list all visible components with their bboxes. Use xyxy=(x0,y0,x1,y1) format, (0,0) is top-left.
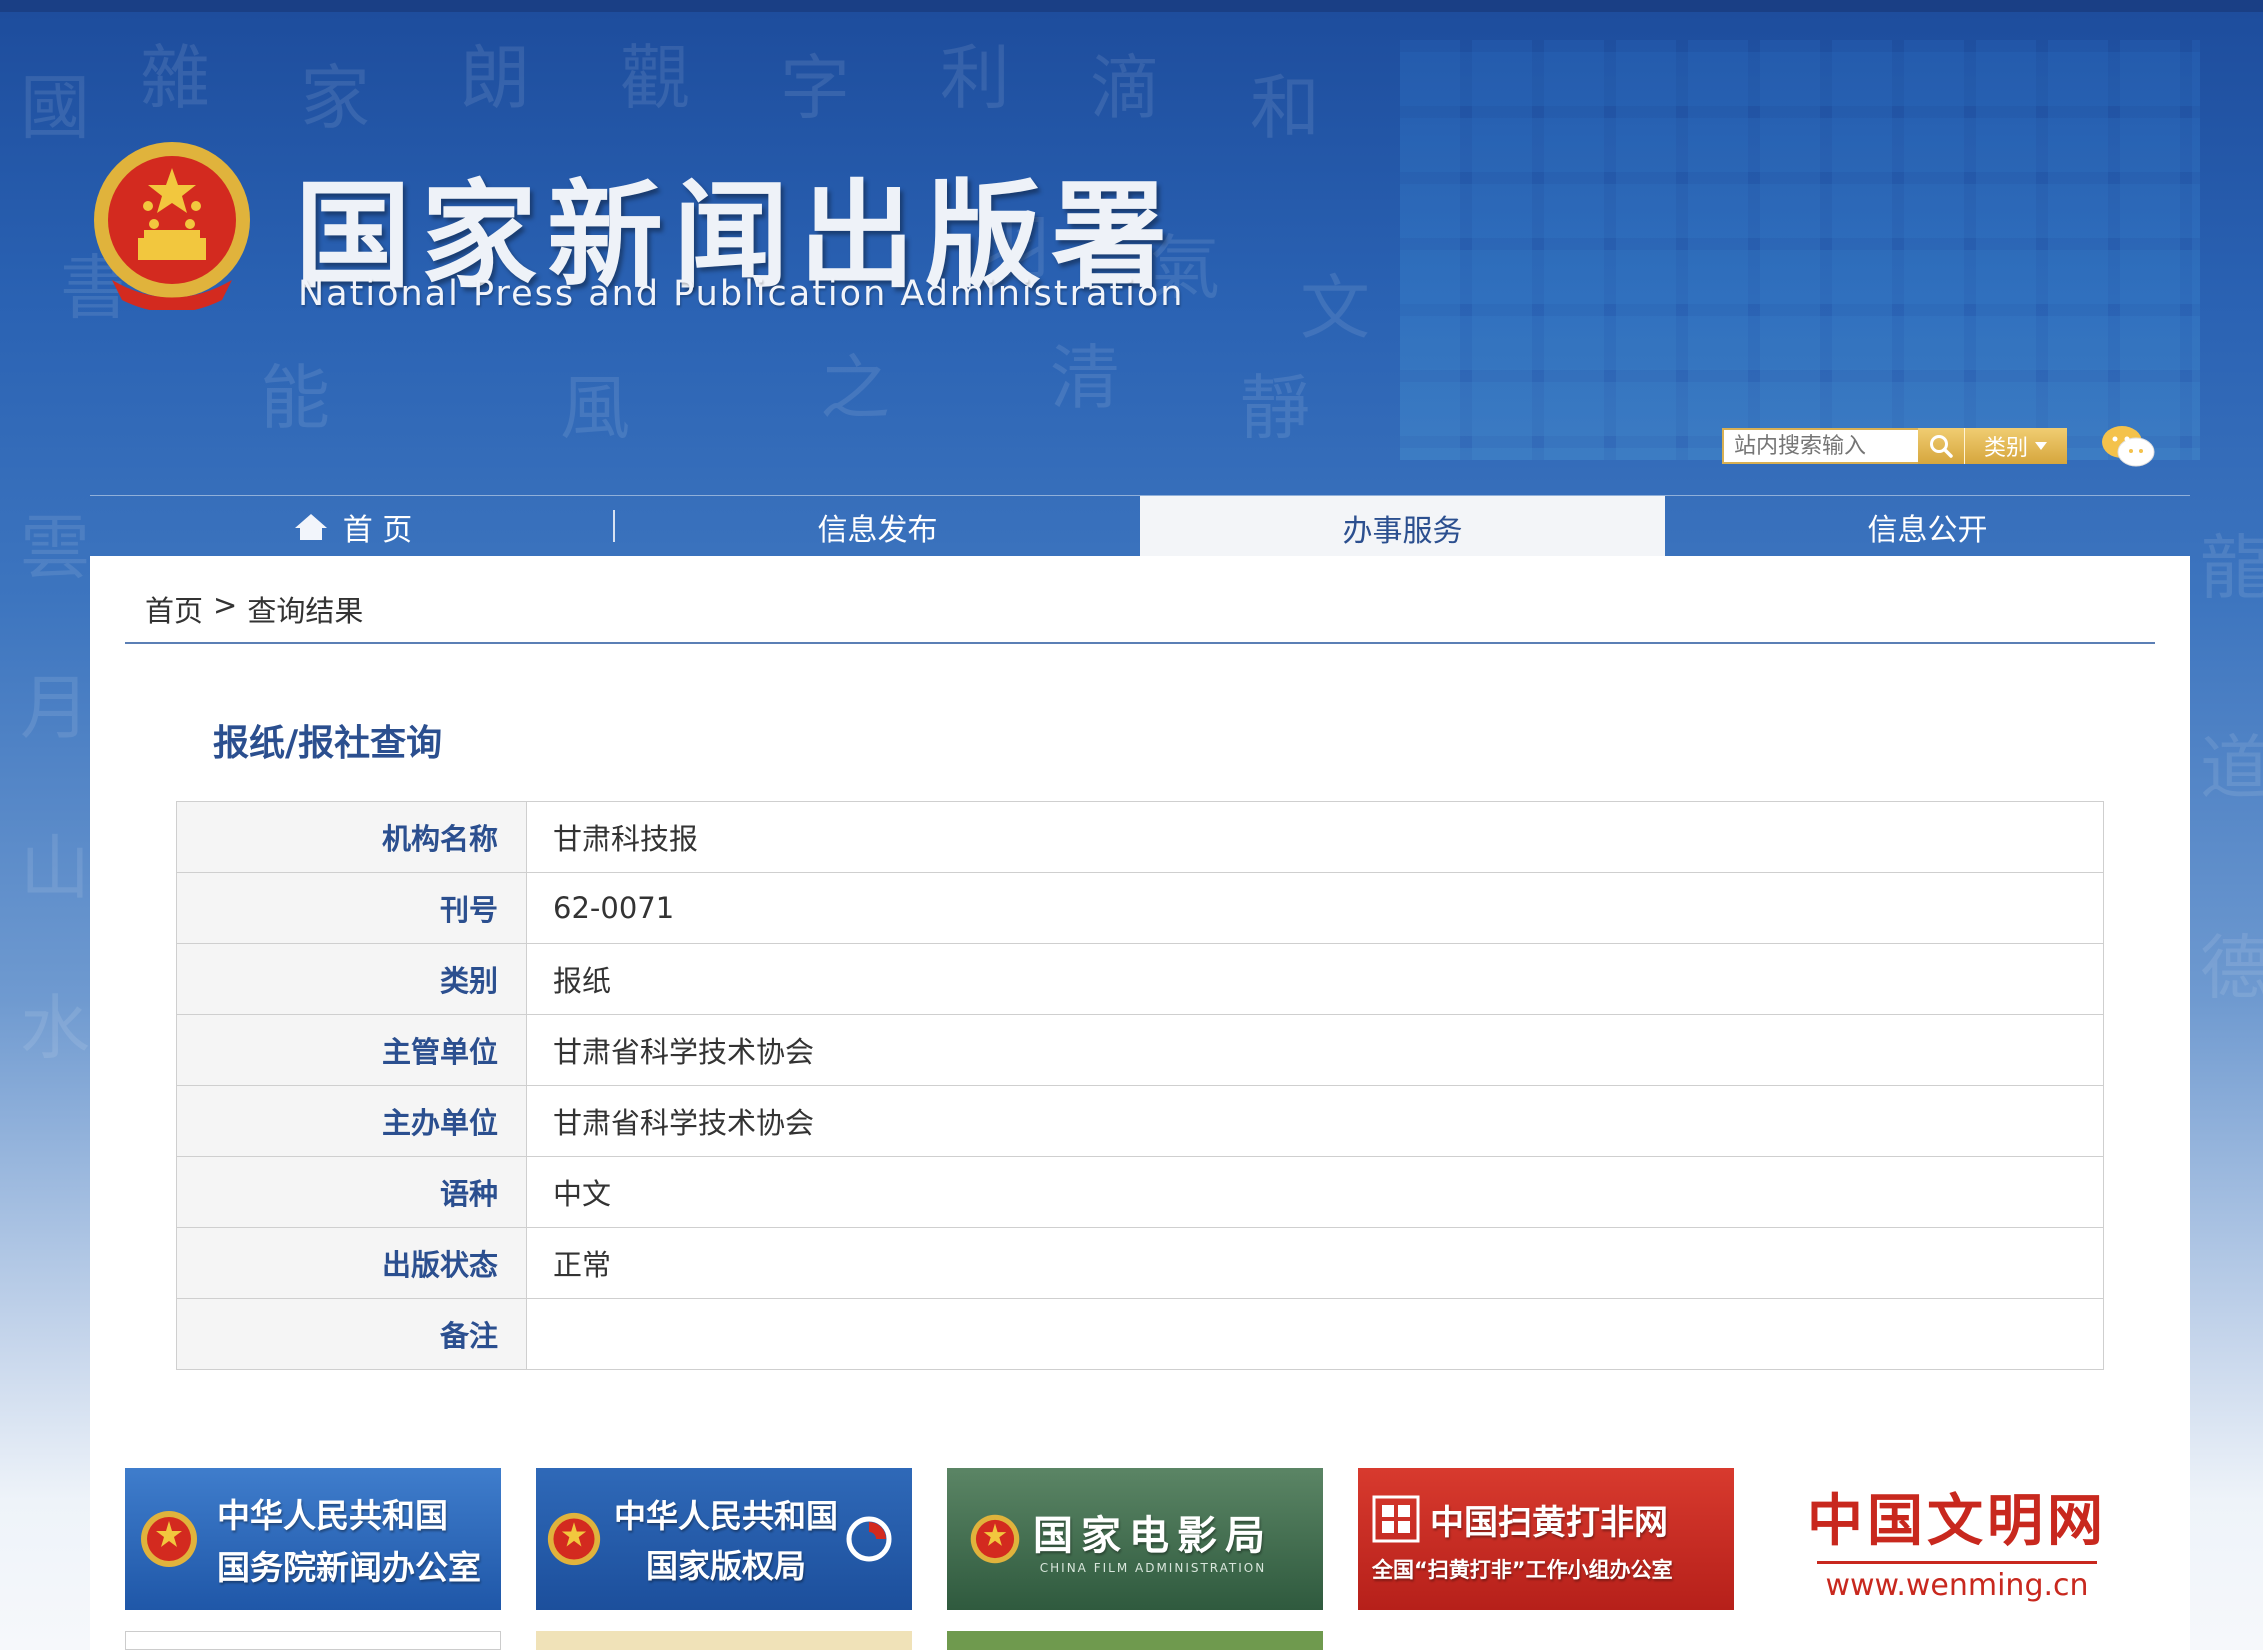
link-placeholder[interactable] xyxy=(125,1631,501,1650)
row-label: 刊号 xyxy=(176,872,527,944)
table-row: 机构名称 甘肃科技报 xyxy=(176,801,2104,873)
nav-services-label: 办事服务 xyxy=(1342,514,1463,549)
ncac-line2: 国家版权局 xyxy=(646,1547,807,1585)
search-button[interactable] xyxy=(1918,428,1964,464)
seal-icon xyxy=(1372,1495,1420,1543)
film-title: 国家电影局 xyxy=(1033,1513,1273,1559)
saohuang-title: 中国扫黄打非网 xyxy=(1430,1502,1668,1543)
film-subtitle: CHINA FILM ADMINISTRATION xyxy=(1039,1561,1267,1575)
table-row: 语种 中文 xyxy=(176,1156,2104,1228)
wenming-title: 中国文明网 xyxy=(1807,1487,2107,1554)
wenming-divider xyxy=(1817,1560,2097,1564)
row-label: 主管单位 xyxy=(176,1014,527,1086)
row-value: 62-0071 xyxy=(526,872,2104,944)
partner-links-row2 xyxy=(125,1631,1325,1650)
row-value: 中文 xyxy=(526,1156,2104,1228)
table-row: 主办单位 甘肃省科学技术协会 xyxy=(176,1085,2104,1157)
scio-line2: 国务院新闻办公室 xyxy=(217,1548,481,1587)
ncac-line1: 中华人民共和国 xyxy=(614,1497,839,1535)
breadcrumb-home[interactable]: 首页 xyxy=(145,588,203,630)
section-title: 报纸/报社查询 xyxy=(213,723,443,764)
chevron-down-icon xyxy=(2035,442,2047,450)
category-dropdown[interactable]: 类别 xyxy=(1964,428,2067,464)
site-subtitle: National Press and Publication Administr… xyxy=(298,274,1185,314)
row-label: 语种 xyxy=(176,1156,527,1228)
row-label: 备注 xyxy=(176,1298,527,1370)
link-wenming[interactable]: 中国文明网 www.wenming.cn xyxy=(1769,1468,2145,1610)
saohuang-subtitle: 全国“扫黄打非”工作小组办公室 xyxy=(1372,1557,1673,1582)
emblem-icon xyxy=(547,1512,601,1566)
table-row: 主管单位 甘肃省科学技术协会 xyxy=(176,1014,2104,1086)
nav-services[interactable]: 办事服务 xyxy=(1140,496,1665,557)
search-icon xyxy=(1930,435,1953,458)
copyright-logo-icon xyxy=(846,1516,892,1562)
row-label: 主办单位 xyxy=(176,1085,527,1157)
table-row: 刊号 62-0071 xyxy=(176,872,2104,944)
row-label: 出版状态 xyxy=(176,1227,527,1299)
link-placeholder[interactable] xyxy=(947,1631,1323,1650)
search-box: 类别 xyxy=(1722,428,2067,464)
row-label: 机构名称 xyxy=(176,801,527,873)
nav-home-label: 首 页 xyxy=(342,512,413,548)
table-row: 类别 报纸 xyxy=(176,943,2104,1015)
row-value xyxy=(526,1298,2104,1370)
nav-home[interactable]: 首 页 xyxy=(90,496,615,557)
top-strip xyxy=(0,0,2263,12)
link-scio[interactable]: 中华人民共和国 国务院新闻办公室 xyxy=(125,1468,501,1610)
nav-info-release-label: 信息发布 xyxy=(817,512,938,548)
content-panel: 首页 > 查询结果 报纸/报社查询 机构名称 甘肃科技报 刊号 62-0071 … xyxy=(90,556,2190,1650)
nav-info-public[interactable]: 信息公开 xyxy=(1665,496,2190,557)
tile-pattern xyxy=(1400,40,2200,460)
row-value: 正常 xyxy=(526,1227,2104,1299)
result-table: 机构名称 甘肃科技报 刊号 62-0071 类别 报纸 主管单位 甘肃省科学技术… xyxy=(176,801,2104,1370)
partner-links: 中华人民共和国 国务院新闻办公室 中华人民共和国 国家版权局 国家电影局 CHI… xyxy=(125,1468,2195,1618)
breadcrumb: 首页 > 查询结果 xyxy=(145,588,363,630)
breadcrumb-current: 查询结果 xyxy=(247,594,364,628)
scio-line1: 中华人民共和国 xyxy=(217,1496,448,1535)
national-emblem-icon xyxy=(94,142,250,310)
row-label: 类别 xyxy=(176,943,527,1015)
nav-info-release[interactable]: 信息发布 xyxy=(615,496,1140,557)
search-input[interactable] xyxy=(1722,428,1918,464)
link-ncac[interactable]: 中华人民共和国 国家版权局 xyxy=(536,1468,912,1610)
main-nav: 首 页 信息发布 办事服务 信息公开 xyxy=(90,495,2190,557)
wenming-url: www.wenming.cn xyxy=(1825,1567,2089,1603)
table-row: 出版状态 正常 xyxy=(176,1227,2104,1299)
row-value: 甘肃省科学技术协会 xyxy=(526,1085,2104,1157)
home-icon xyxy=(294,513,327,540)
emblem-icon xyxy=(970,1514,1020,1564)
category-label: 类别 xyxy=(1983,436,2028,461)
row-value: 甘肃省科学技术协会 xyxy=(526,1014,2104,1086)
link-saohuang[interactable]: 中国扫黄打非网 全国“扫黄打非”工作小组办公室 xyxy=(1358,1468,1734,1610)
wechat-icon[interactable] xyxy=(2100,424,2156,470)
breadcrumb-separator: > xyxy=(213,588,238,622)
emblem-icon xyxy=(141,1511,197,1567)
link-placeholder[interactable] xyxy=(536,1631,912,1650)
breadcrumb-divider xyxy=(125,642,2155,644)
table-row: 备注 xyxy=(176,1298,2104,1370)
row-value: 报纸 xyxy=(526,943,2104,1015)
nav-info-public-label: 信息公开 xyxy=(1867,512,1988,548)
link-film-administration[interactable]: 国家电影局 CHINA FILM ADMINISTRATION xyxy=(947,1468,1323,1610)
row-value: 甘肃科技报 xyxy=(526,801,2104,873)
